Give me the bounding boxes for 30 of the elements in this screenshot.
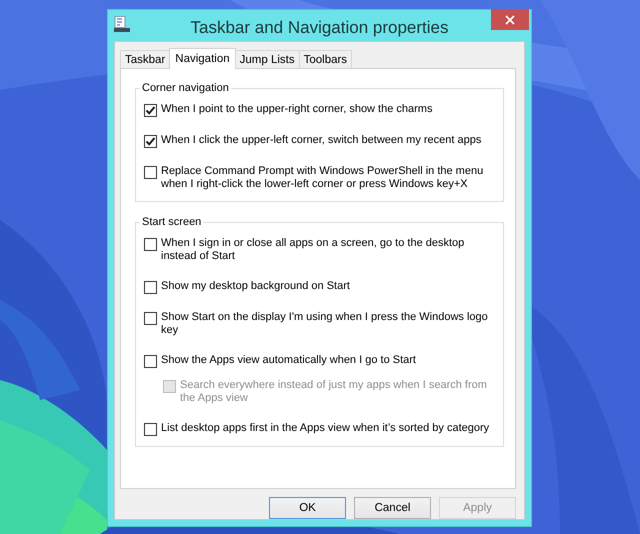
checkmark-icon [145,136,156,147]
tab[interactable]: Taskbar [120,50,170,68]
checkbox-label: When I point to the upper-right corner, show the charms [161,103,432,116]
checkbox[interactable] [144,355,157,368]
close-button[interactable] [491,9,529,30]
checkbox[interactable] [144,166,157,179]
group-title: Corner navigation [140,81,231,95]
window-title: Taskbar and Navigation properties [190,16,450,38]
tab[interactable]: Navigation [169,48,236,69]
checkbox[interactable] [144,312,157,325]
checkbox[interactable] [144,281,157,294]
checkbox-label: Replace Command Prompt with Windows PowerShell in the menu when I right-click the lower-left corner or press Windows key+X [161,165,484,191]
checkbox-label: List desktop apps first in the Apps view when it’s sorted by category [161,422,490,435]
checkmark-icon [145,105,156,116]
checkbox-label: Search everywhere instead of just my apps when I search from the Apps view [180,379,488,405]
checkbox-label: Show my desktop background on Start [161,280,350,293]
properties-window-icon [114,16,130,32]
close-icon [505,14,515,24]
checkbox-label: Show the Apps view automatically when I go to Start [161,354,416,367]
checkbox-label: When I click the upper-left corner, switch between my recent apps [161,134,482,147]
checkbox[interactable] [144,104,157,117]
checkbox[interactable] [144,238,157,251]
tab[interactable]: Toolbars [298,50,352,68]
checkbox[interactable] [144,423,157,436]
checkbox-label: When I sign in or close all apps on a screen, go to the desktop instead of Start [161,237,466,263]
checkbox-label: Show Start on the display I'm using when I press the Windows logo key [161,311,489,337]
tab[interactable]: Jump Lists [234,50,300,68]
dialog-button[interactable]: OK [269,497,346,519]
checkbox[interactable] [144,135,157,148]
dialog-button[interactable]: Cancel [354,497,431,519]
